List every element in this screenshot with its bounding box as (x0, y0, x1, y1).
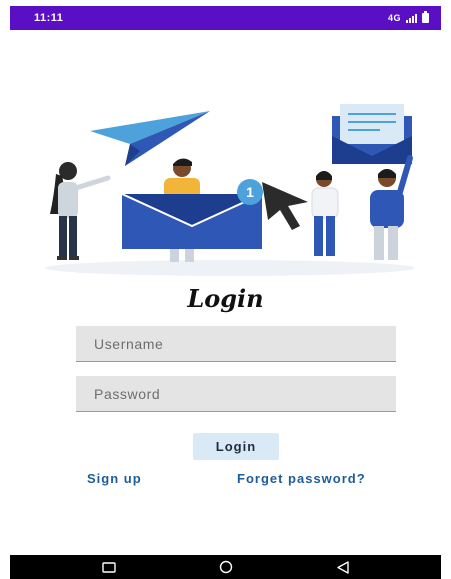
status-bar: 11:11 4G (10, 6, 441, 30)
network-label: 4G (387, 13, 401, 23)
envelope-icon (121, 193, 263, 249)
cursor-icon (262, 182, 308, 230)
person-figure-right (311, 171, 339, 256)
username-input[interactable] (76, 326, 396, 362)
page-title: Login (187, 284, 264, 313)
app-screen: 11:11 4G 1 Login Username Login Sign up … (10, 6, 441, 579)
recent-apps-icon[interactable] (95, 558, 123, 576)
battery-icon (422, 11, 429, 23)
paper-plane-icon (90, 111, 210, 166)
status-indicators: 4G (387, 11, 429, 23)
sign-up-link[interactable]: Sign up (87, 471, 142, 486)
forget-password-link[interactable]: Forget password? (237, 471, 366, 486)
login-illustration: 1 (45, 104, 415, 276)
signal-icon (406, 13, 417, 23)
back-icon[interactable] (329, 558, 357, 576)
person-figure-left (50, 162, 111, 260)
system-nav-bar (10, 555, 441, 579)
password-input[interactable] (76, 376, 396, 412)
status-time: 11:11 (34, 12, 64, 24)
home-icon[interactable] (212, 558, 240, 576)
login-button[interactable]: Login (193, 433, 279, 460)
svg-text:1: 1 (246, 184, 254, 200)
person-figure-far-right (370, 155, 413, 260)
notification-badge-icon: 1 (237, 179, 263, 205)
open-envelope-icon (332, 104, 412, 164)
